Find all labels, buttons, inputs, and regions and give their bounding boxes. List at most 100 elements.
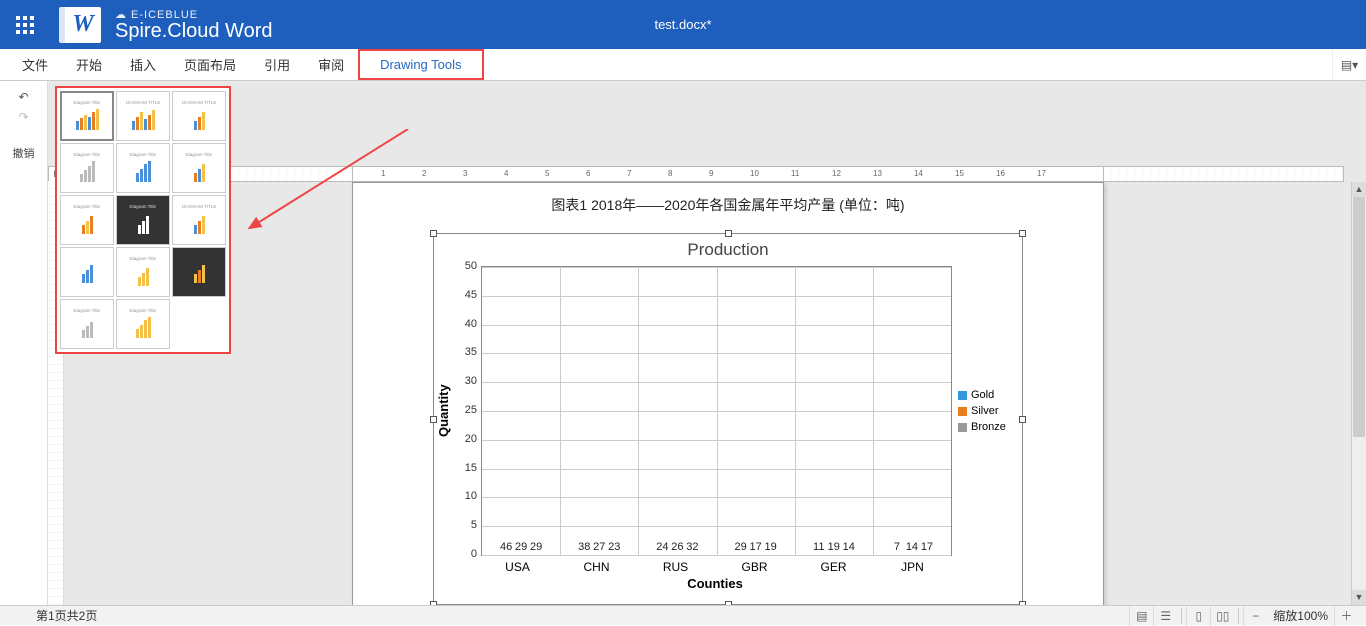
x-tick: RUS: [636, 556, 715, 574]
legend-label: Bronze: [971, 421, 1006, 433]
undo-label: 撤销: [0, 145, 47, 161]
bar-value: 32: [686, 541, 698, 553]
chart-style-thumb[interactable]: Diagram Title: [116, 299, 170, 349]
redo-button[interactable]: ↷: [0, 107, 47, 127]
ruler-tick: 15: [955, 169, 964, 178]
ruler-tick: 13: [873, 169, 882, 178]
y-tick: 50: [465, 260, 477, 272]
resize-handle[interactable]: [1019, 416, 1026, 423]
menu-layout[interactable]: 页面布局: [170, 49, 250, 80]
y-tick: 10: [465, 490, 477, 502]
chart-caption: 图表1 2018年——2020年各国金属年平均产量 (单位：吨): [353, 183, 1103, 215]
chart-style-thumb[interactable]: [172, 247, 226, 297]
ruler-tick: 7: [627, 169, 631, 178]
ruler-tick: 5: [545, 169, 549, 178]
bar-value: 46: [500, 541, 512, 553]
brand-big: Spire.Cloud Word: [115, 21, 272, 41]
menu-references[interactable]: 引用: [250, 49, 304, 80]
legend-label: Silver: [971, 405, 999, 417]
bar-value: 29: [515, 541, 527, 553]
chart-style-thumb[interactable]: [60, 247, 114, 297]
scroll-up-icon[interactable]: ▲: [1352, 182, 1366, 197]
ruler-tick: 8: [668, 169, 672, 178]
menu-insert[interactable]: 插入: [116, 49, 170, 80]
document-page[interactable]: 图表1 2018年——2020年各国金属年平均产量 (单位：吨) Product…: [352, 182, 1104, 605]
ruler-tick: 11: [791, 169, 799, 178]
x-tick: JPN: [873, 556, 952, 574]
menu-bar: 文件 开始 插入 页面布局 引用 审阅 Drawing Tools ▤▾: [0, 49, 1366, 81]
bar-value: 7: [894, 541, 900, 553]
legend-item: Bronze: [958, 421, 1022, 433]
view-mode-page-icon[interactable]: ▯: [1186, 606, 1210, 626]
chart-style-thumb[interactable]: Diagram Title: [172, 143, 226, 193]
menu-home[interactable]: 开始: [62, 49, 116, 80]
work-area: ↶ ↷ 撤销 Diagram Title DIAGRAM TITLE DIAGR…: [0, 81, 1366, 605]
menu-file[interactable]: 文件: [8, 49, 62, 80]
scroll-down-icon[interactable]: ▼: [1352, 590, 1366, 605]
resize-handle[interactable]: [1019, 230, 1026, 237]
view-mode-print-icon[interactable]: ▤: [1129, 606, 1153, 626]
chart-style-thumb[interactable]: DIAGRAM TITLE: [172, 195, 226, 245]
resize-handle[interactable]: [725, 230, 732, 237]
legend-swatch-icon: [958, 423, 967, 432]
document-title: test.docx*: [654, 17, 711, 32]
quick-toolbar: ↶ ↷ 撤销: [0, 81, 48, 605]
ruler-tick: 2: [422, 169, 426, 178]
legend-label: Gold: [971, 389, 994, 401]
zoom-level: 缩放100%: [1273, 607, 1328, 624]
apps-grid-icon[interactable]: [0, 0, 49, 49]
ruler-tick: 16: [996, 169, 1005, 178]
chart-style-thumb[interactable]: Diagram Title: [60, 143, 114, 193]
chart-style-thumb[interactable]: DIAGRAM TITLE: [116, 91, 170, 141]
chart-style-thumb[interactable]: Diagram Title: [116, 247, 170, 297]
chart-style-thumb[interactable]: Diagram Title: [60, 195, 114, 245]
chart-style-thumb[interactable]: DIAGRAM TITLE: [172, 91, 226, 141]
title-bar: W ☁ E-ICEBLUE Spire.Cloud Word test.docx…: [0, 0, 1366, 49]
ruler-tick: 3: [463, 169, 467, 178]
chart-title: Production: [434, 234, 1022, 260]
x-tick: USA: [478, 556, 557, 574]
ruler-tick: 17: [1037, 169, 1046, 178]
chart-legend: Gold Silver Bronze: [952, 266, 1022, 556]
ruler-tick: 1: [381, 169, 385, 178]
brand-small: ☁ E-ICEBLUE: [115, 8, 272, 21]
legend-item: Gold: [958, 389, 1022, 401]
chart-style-thumb[interactable]: Diagram Title: [60, 91, 114, 141]
ribbon-toggle-icon[interactable]: ▤▾: [1332, 49, 1366, 80]
zoom-out-button[interactable]: −: [1243, 606, 1267, 626]
bar-value: 24: [656, 541, 668, 553]
undo-button[interactable]: ↶: [0, 87, 47, 107]
ruler-tick: 6: [586, 169, 590, 178]
chart-plot: Quantity 05101520253035404550 4629293827…: [434, 266, 1022, 556]
bar-value: 26: [671, 541, 683, 553]
zoom-in-button[interactable]: ＋: [1334, 606, 1358, 626]
resize-handle[interactable]: [430, 230, 437, 237]
bar-value: 17: [921, 541, 933, 553]
status-bar: 第1页共2页 ▤ ☰ ▯ ▯▯ − 缩放100% ＋: [0, 605, 1366, 625]
view-mode-two-page-icon[interactable]: ▯▯: [1210, 606, 1234, 626]
menu-drawing-tools[interactable]: Drawing Tools: [358, 49, 483, 80]
ruler-tick: 14: [914, 169, 923, 178]
plot-area: 46292938272324263229171911191471417: [481, 266, 952, 556]
scrollbar-thumb[interactable]: [1353, 197, 1365, 437]
horizontal-ruler[interactable]: 1234567891011121314151617: [352, 166, 1104, 182]
x-axis-label: Counties: [478, 576, 952, 591]
legend-swatch-icon: [958, 407, 967, 416]
x-axis-labels: USACHNRUSGBRGERJPN: [478, 556, 952, 574]
chart-style-gallery: Diagram Title DIAGRAM TITLE DIAGRAM TITL…: [55, 86, 231, 354]
document-canvas[interactable]: Diagram Title DIAGRAM TITLE DIAGRAM TITL…: [48, 81, 1366, 605]
chart-object[interactable]: Production Quantity 05101520253035404550…: [433, 233, 1023, 605]
chart-style-thumb[interactable]: Diagram Title: [60, 299, 114, 349]
menu-review[interactable]: 审阅: [304, 49, 358, 80]
chart-style-thumb[interactable]: Diagram Title: [116, 195, 170, 245]
y-tick: 0: [471, 548, 477, 560]
vertical-scrollbar[interactable]: ▲ ▼: [1351, 182, 1366, 605]
brand: ☁ E-ICEBLUE Spire.Cloud Word: [115, 8, 272, 41]
ruler-tick: 4: [504, 169, 508, 178]
chart-style-thumb[interactable]: Diagram Title: [116, 143, 170, 193]
ruler-tick: 10: [750, 169, 759, 178]
bar-value: 17: [749, 541, 761, 553]
x-tick: GBR: [715, 556, 794, 574]
y-tick: 25: [465, 404, 477, 416]
view-mode-read-icon[interactable]: ☰: [1153, 606, 1177, 626]
